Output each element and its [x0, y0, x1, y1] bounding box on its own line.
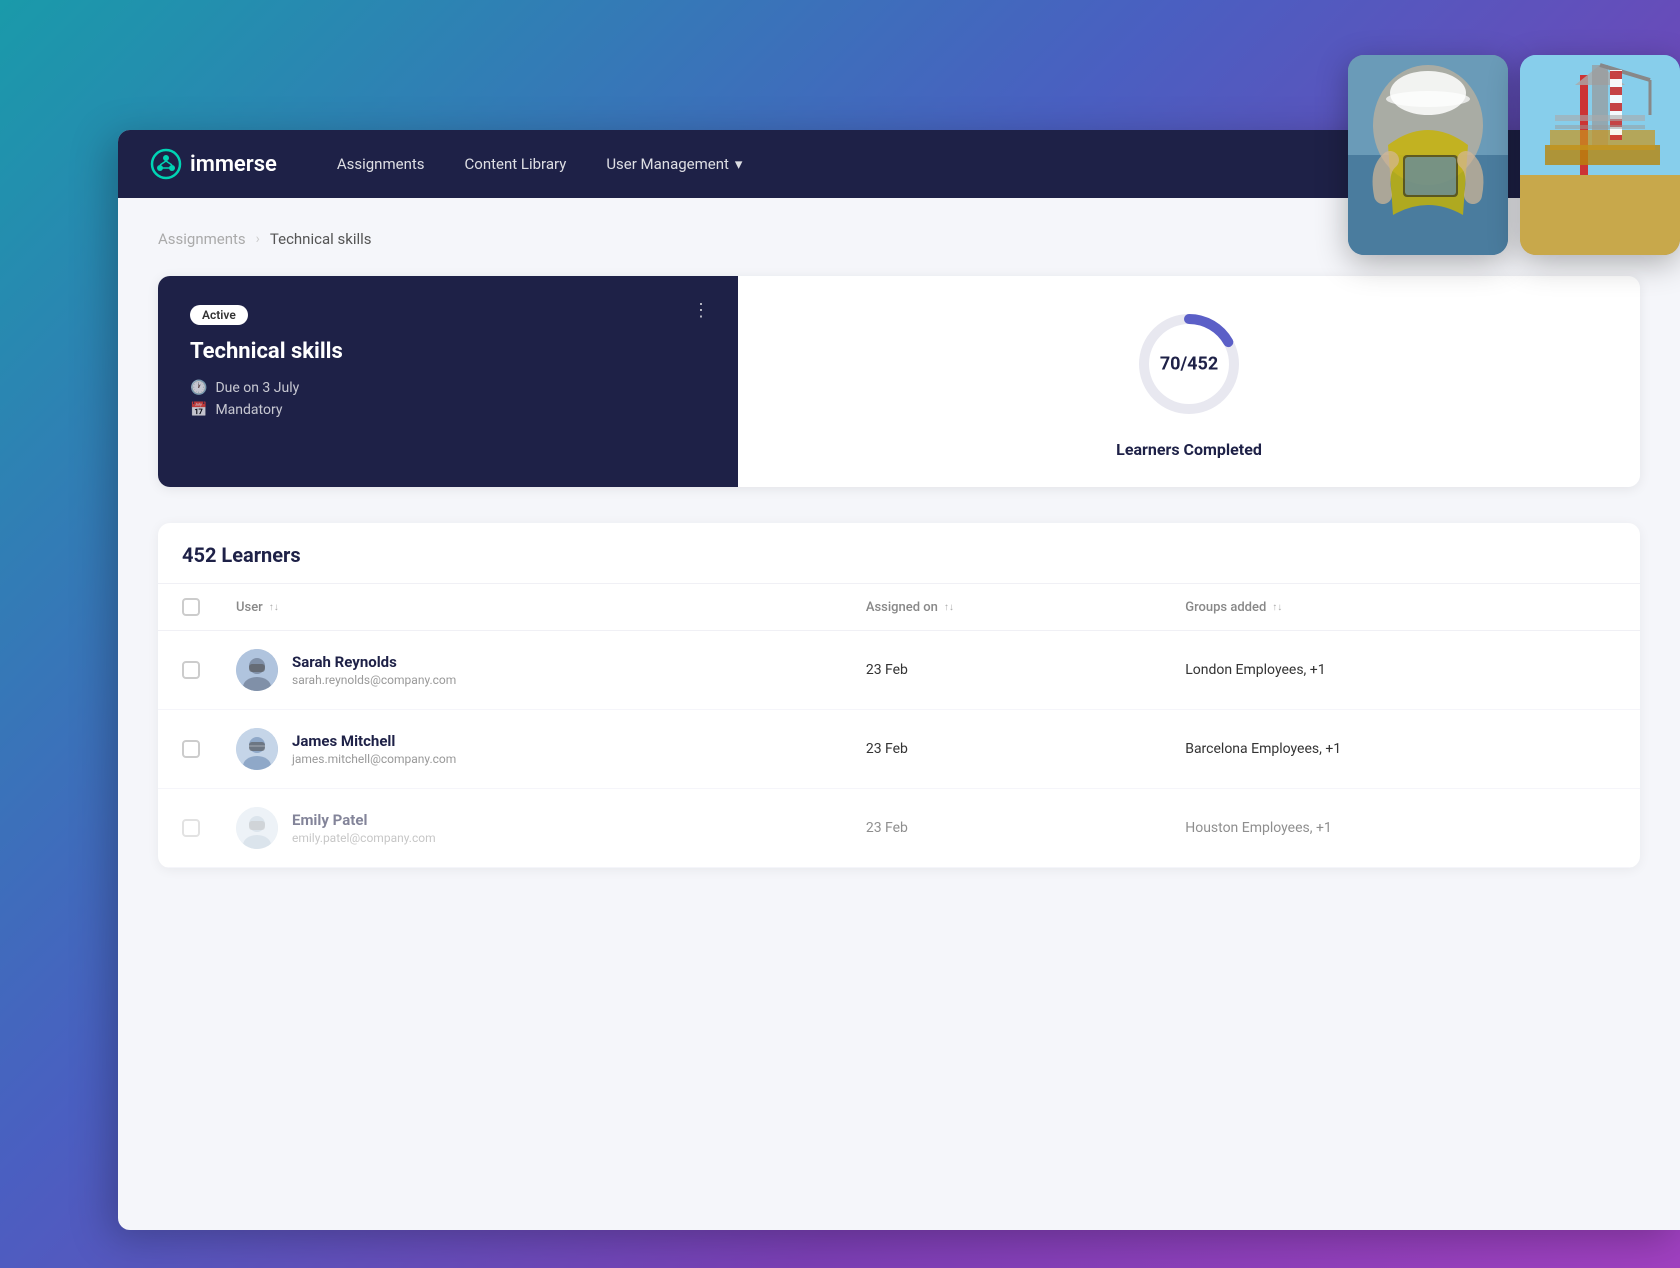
header-groups-added[interactable]: Groups added ↑↓ [1161, 584, 1640, 631]
mandatory-label: Mandatory [215, 402, 282, 418]
floating-images [1348, 55, 1680, 255]
due-date-item: 🕐 Due on 3 July [190, 380, 706, 396]
float-img-worker [1348, 55, 1508, 255]
user-email-3: emily.patel@company.com [292, 831, 436, 845]
logo[interactable]: immerse [150, 148, 277, 180]
breadcrumb-parent[interactable]: Assignments [158, 230, 246, 248]
donut-text: 70/452 [1160, 354, 1218, 375]
table-row: Sarah Reynolds sarah.reynolds@company.co… [158, 631, 1640, 710]
row-checkbox-3[interactable] [182, 819, 200, 837]
assignment-card: Active ⋮ Technical skills 🕐 Due on 3 Jul… [158, 276, 738, 487]
assigned-date-2: 23 Feb [842, 710, 1161, 789]
user-info-2: James Mitchell james.mitchell@company.co… [292, 732, 456, 766]
assigned-date-1: 23 Feb [842, 631, 1161, 710]
user-info-1: Sarah Reynolds sarah.reynolds@company.co… [292, 653, 456, 687]
header-user[interactable]: User ↑↓ [212, 584, 842, 631]
due-date-label: Due on 3 July [215, 380, 299, 396]
header-checkbox-col [158, 584, 212, 631]
nav-link-content-library[interactable]: Content Library [465, 155, 567, 173]
assignment-meta: 🕐 Due on 3 July 📅 Mandatory [190, 380, 706, 418]
row-checkbox-2[interactable] [182, 740, 200, 758]
user-name-1: Sarah Reynolds [292, 653, 456, 671]
avatar-emily [236, 807, 278, 849]
nav-links: Assignments Content Library User Managem… [337, 155, 743, 173]
breadcrumb-separator: › [256, 231, 260, 247]
active-badge: Active [190, 305, 248, 325]
select-all-checkbox[interactable] [182, 598, 200, 616]
calendar-icon: 📅 [190, 402, 207, 418]
chevron-down-icon: ▾ [735, 155, 743, 173]
learners-completed-label: Learners Completed [1116, 440, 1262, 459]
mandatory-item: 📅 Mandatory [190, 402, 706, 418]
groups-sort-icon: ↑↓ [1272, 602, 1282, 613]
user-cell-2: James Mitchell james.mitchell@company.co… [236, 728, 818, 770]
clock-icon: 🕐 [190, 380, 207, 396]
groups-3: Houston Employees, +1 [1161, 789, 1640, 868]
page-content: Assignments › Technical skills Active ⋮ … [118, 198, 1680, 900]
user-cell-1: Sarah Reynolds sarah.reynolds@company.co… [236, 649, 818, 691]
nav-link-assignments[interactable]: Assignments [337, 155, 425, 173]
user-cell-3: Emily Patel emily.patel@company.com [236, 807, 818, 849]
groups-1: London Employees, +1 [1161, 631, 1640, 710]
logo-icon [150, 148, 182, 180]
user-name-2: James Mitchell [292, 732, 456, 750]
avatar-james [236, 728, 278, 770]
groups-2: Barcelona Employees, +1 [1161, 710, 1640, 789]
donut-chart: 70/452 [1129, 304, 1249, 424]
assignment-title: Technical skills [190, 339, 706, 364]
learners-completed-panel: 70/452 Learners Completed [738, 276, 1640, 487]
learners-table: User ↑↓ Assigned on ↑↓ G [158, 583, 1640, 868]
float-img-rig [1520, 55, 1680, 255]
user-name-3: Emily Patel [292, 811, 436, 829]
table-row: James Mitchell james.mitchell@company.co… [158, 710, 1640, 789]
breadcrumb-current: Technical skills [270, 230, 372, 248]
assignment-row: Active ⋮ Technical skills 🕐 Due on 3 Jul… [158, 276, 1640, 487]
assigned-date-3: 23 Feb [842, 789, 1161, 868]
learners-section: 452 Learners User ↑↓ [158, 523, 1640, 868]
user-sort-icon: ↑↓ [269, 602, 279, 613]
learners-header: 452 Learners [158, 523, 1640, 567]
learners-tbody: Sarah Reynolds sarah.reynolds@company.co… [158, 631, 1640, 868]
more-options-button[interactable]: ⋮ [684, 296, 718, 325]
logo-text: immerse [190, 152, 277, 177]
avatar-sarah [236, 649, 278, 691]
header-assigned-on[interactable]: Assigned on ↑↓ [842, 584, 1161, 631]
learners-count: 452 Learners [182, 543, 1616, 567]
app-window: immerse Assignments Content Library User… [118, 130, 1680, 1230]
table-header-row: User ↑↓ Assigned on ↑↓ G [158, 584, 1640, 631]
table-row: Emily Patel emily.patel@company.com 23 F… [158, 789, 1640, 868]
assigned-sort-icon: ↑↓ [944, 602, 954, 613]
user-email-1: sarah.reynolds@company.com [292, 673, 456, 687]
row-checkbox-1[interactable] [182, 661, 200, 679]
user-info-3: Emily Patel emily.patel@company.com [292, 811, 436, 845]
user-email-2: james.mitchell@company.com [292, 752, 456, 766]
nav-link-user-management[interactable]: User Management ▾ [606, 155, 742, 173]
